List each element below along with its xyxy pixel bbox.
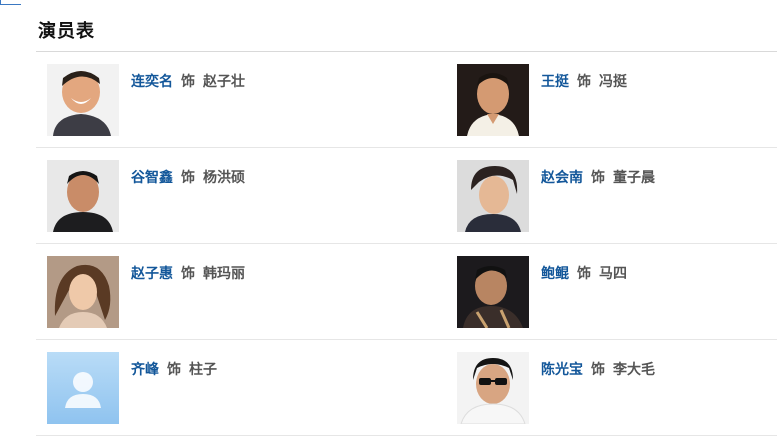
actor-name-link[interactable]: 连奕名 — [131, 74, 173, 90]
cast-credit: 王挺饰冯挺 — [541, 71, 627, 91]
as-label: 饰 — [181, 170, 195, 186]
actor-name-link[interactable]: 齐峰 — [131, 362, 159, 378]
cast-item: 赵子惠饰韩玛丽 — [36, 244, 446, 340]
actor-name-link[interactable]: 王挺 — [541, 74, 569, 90]
cast-credit: 连奕名饰赵子壮 — [131, 71, 245, 91]
cast-credit: 鲍鲲饰马四 — [541, 263, 627, 283]
as-label: 饰 — [577, 74, 591, 90]
actor-photo[interactable] — [457, 160, 529, 232]
actor-name-link[interactable]: 鲍鲲 — [541, 266, 569, 282]
cast-list: 连奕名饰赵子壮 王挺饰冯挺 谷智鑫 饰 杨洪硕 赵会南 饰 董子晨 赵子惠 饰 … — [36, 52, 777, 436]
role-name: 柱子 — [189, 362, 217, 378]
actor-photo[interactable] — [457, 64, 529, 136]
section-title: 演员表 — [38, 21, 95, 42]
actor-photo[interactable] — [47, 64, 119, 136]
cast-credit: 赵会南饰董子晨 — [541, 167, 655, 187]
actor-name-link[interactable]: 谷智鑫 — [131, 170, 173, 186]
cast-item: 陈光宝饰李大毛 — [446, 340, 777, 436]
cast-credit: 赵子惠饰韩玛丽 — [131, 263, 245, 283]
cast-page: 演员表 连奕名饰赵子壮 王挺 饰 冯挺 谷智鑫 饰 杨洪硕 赵会南 饰 董子晨 … — [0, 0, 777, 448]
corner-decoration — [0, 0, 21, 5]
cast-item: 鲍鲲饰马四 — [446, 244, 777, 340]
as-label: 饰 — [181, 74, 195, 90]
cast-row: 齐峰饰柱子 陈光宝饰李大毛 — [36, 340, 777, 436]
actor-name-link[interactable]: 陈光宝 — [541, 362, 583, 378]
cast-item: 谷智鑫饰杨洪硕 — [36, 148, 446, 244]
as-label: 饰 — [591, 170, 605, 186]
cast-item: 连奕名饰赵子壮 — [36, 52, 446, 148]
cast-credit: 谷智鑫饰杨洪硕 — [131, 167, 245, 187]
as-label: 饰 — [591, 362, 605, 378]
cast-credit: 陈光宝饰李大毛 — [541, 359, 655, 379]
as-label: 饰 — [181, 266, 195, 282]
cast-row: 谷智鑫饰杨洪硕 赵会南饰董子晨 — [36, 148, 777, 244]
role-name: 董子晨 — [613, 170, 655, 186]
role-name: 杨洪硕 — [203, 170, 245, 186]
role-name: 李大毛 — [613, 362, 655, 378]
role-name: 冯挺 — [599, 74, 627, 90]
actor-photo[interactable] — [457, 352, 529, 424]
as-label: 饰 — [577, 266, 591, 282]
actor-photo[interactable] — [457, 256, 529, 328]
cast-item: 齐峰饰柱子 — [36, 340, 446, 436]
actor-photo[interactable] — [47, 256, 119, 328]
as-label: 饰 — [167, 362, 181, 378]
actor-name-link[interactable]: 赵会南 — [541, 170, 583, 186]
default-avatar-icon[interactable] — [47, 352, 119, 424]
cast-row: 赵子惠饰韩玛丽 鲍鲲饰马四 — [36, 244, 777, 340]
actor-photo[interactable] — [47, 160, 119, 232]
cast-item: 王挺饰冯挺 — [446, 52, 777, 148]
cast-credit: 齐峰饰柱子 — [131, 359, 217, 379]
role-name: 马四 — [599, 266, 627, 282]
cast-row: 连奕名饰赵子壮 王挺饰冯挺 — [36, 52, 777, 148]
role-name: 赵子壮 — [203, 74, 245, 90]
cast-item: 赵会南饰董子晨 — [446, 148, 777, 244]
actor-name-link[interactable]: 赵子惠 — [131, 266, 173, 282]
role-name: 韩玛丽 — [203, 266, 245, 282]
